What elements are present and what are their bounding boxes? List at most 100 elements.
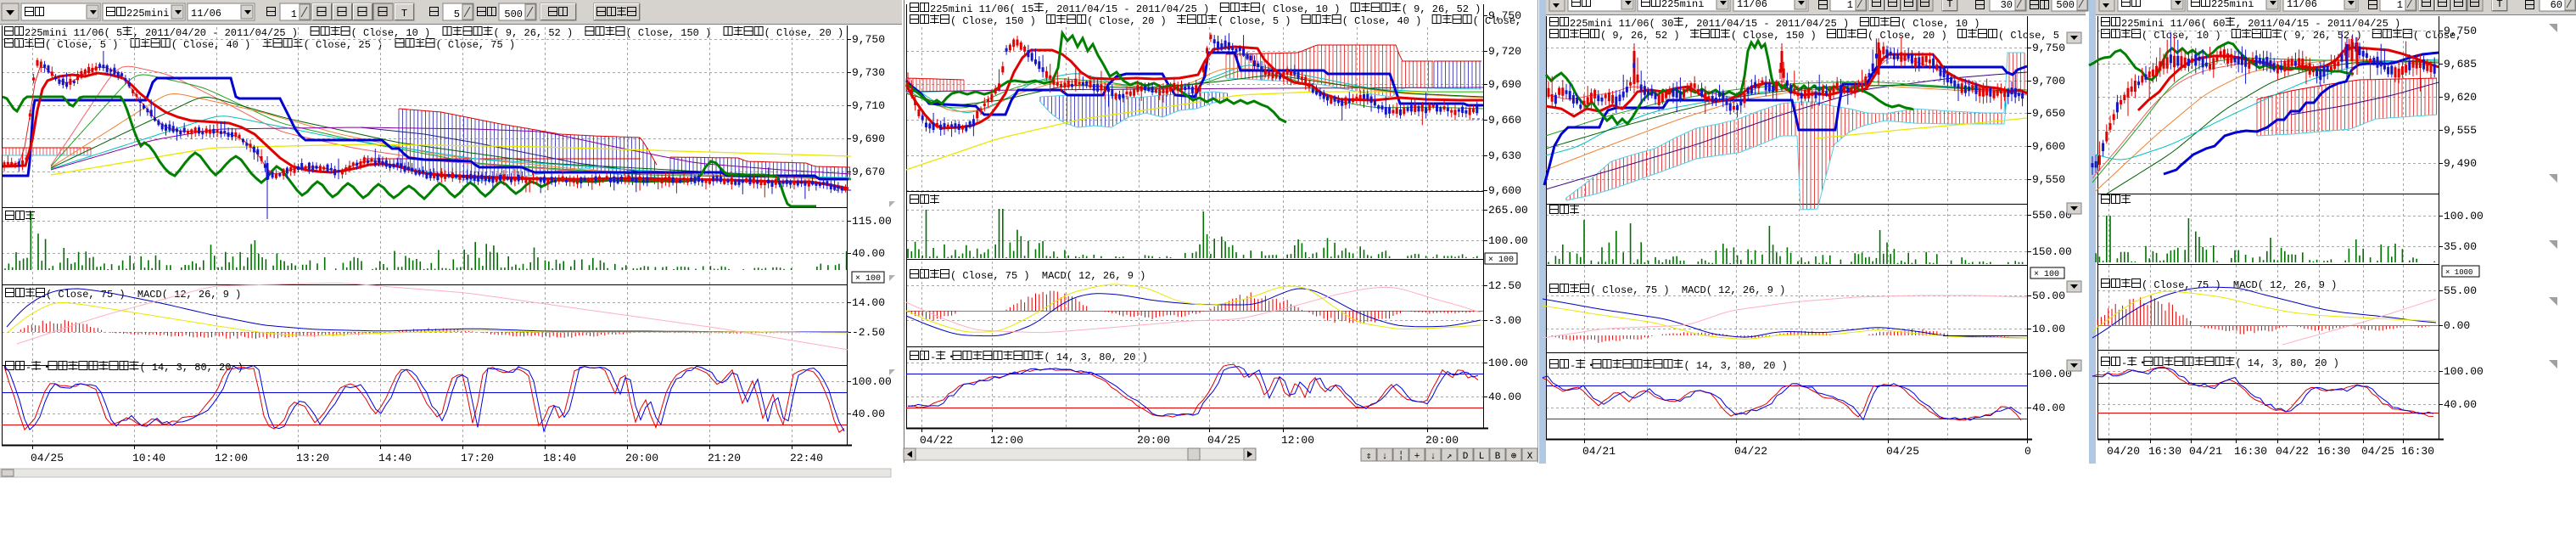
svg-text:225mini: 225mini <box>2211 0 2254 10</box>
svg-text:, 2011/04/15 - 2011/04/25 ): , 2011/04/15 - 2011/04/25 ) <box>1044 3 1209 15</box>
svg-text:( Close, 10 ): ( Close, 10 ) <box>351 27 431 39</box>
svg-text:, 2011/04/15 - 2011/04/25 ): , 2011/04/15 - 2011/04/25 ) <box>1684 18 1849 30</box>
svg-text:225mini 11/06( 15: 225mini 11/06( 15 <box>930 3 1033 15</box>
svg-text:X: X <box>1527 452 1533 462</box>
svg-text:04/20: 04/20 <box>2107 445 2140 458</box>
svg-text:╎: ╎ <box>1398 450 1404 462</box>
svg-text:100.00: 100.00 <box>852 375 892 388</box>
svg-text:60: 60 <box>2551 0 2562 11</box>
svg-text:MACD( 12, 26, 9 ): MACD( 12, 26, 9 ) <box>2233 279 2337 291</box>
svg-text:( 14, 3, 80, 20 ): ( 14, 3, 80, 20 ) <box>1044 352 1147 363</box>
svg-text:265.00: 265.00 <box>1488 204 1528 217</box>
svg-text:( Close, 150 ): ( Close, 150 ) <box>1731 30 1817 42</box>
svg-text:( 9, 26, 52 ): ( 9, 26, 52 ) <box>494 27 574 39</box>
svg-text:04/22: 04/22 <box>1734 445 1767 458</box>
svg-text:( Close, 20 ): ( Close, 20 ) <box>764 27 844 39</box>
svg-text:17:20: 17:20 <box>461 452 494 464</box>
svg-text:225mini: 225mini <box>1661 0 1704 10</box>
svg-text:40.00: 40.00 <box>2032 402 2065 414</box>
svg-text:( Close, 75 ): ( Close, 75 ) <box>950 270 1030 282</box>
svg-text:225mini: 225mini <box>126 8 169 20</box>
svg-text:+: + <box>1414 452 1420 462</box>
svg-text:( Close, 75 ): ( Close, 75 ) <box>1590 284 1670 296</box>
svg-text:100.00: 100.00 <box>1488 357 1528 369</box>
svg-text:⇕: ⇕ <box>1366 452 1372 462</box>
svg-text:↓: ↓ <box>1431 452 1436 462</box>
svg-text:( 9, 26, 52 ): ( 9, 26, 52 ) <box>1600 30 1680 42</box>
svg-text:( 14, 3, 80, 20 ): ( 14, 3, 80, 20 ) <box>1683 360 1787 372</box>
svg-text:10.00: 10.00 <box>2032 323 2065 335</box>
svg-text:100.00: 100.00 <box>2444 210 2484 222</box>
svg-text:・: ・ <box>946 352 956 363</box>
svg-text:1: 1 <box>291 8 297 20</box>
svg-text:9,700: 9,700 <box>2032 75 2065 87</box>
svg-text:100.00: 100.00 <box>2032 368 2072 380</box>
svg-text:( Close, 75 ): ( Close, 75 ) <box>436 39 516 51</box>
svg-text:55.00: 55.00 <box>2444 284 2477 297</box>
svg-text:20:00: 20:00 <box>1137 434 1170 447</box>
svg-text:20:00: 20:00 <box>625 452 658 464</box>
svg-text:9,730: 9,730 <box>852 66 885 79</box>
svg-text:9,750: 9,750 <box>2032 42 2065 54</box>
svg-text:16:30: 16:30 <box>2401 445 2434 458</box>
svg-text:・: ・ <box>2137 357 2148 369</box>
svg-text:↓: ↓ <box>1382 452 1388 462</box>
svg-text:5: 5 <box>454 8 460 20</box>
svg-text:04/25: 04/25 <box>1886 445 1919 458</box>
svg-text:-: - <box>2121 357 2127 369</box>
svg-text:04/21: 04/21 <box>2189 445 2222 458</box>
svg-text:04/25: 04/25 <box>1207 434 1240 447</box>
svg-text:( Close, 20 ): ( Close, 20 ) <box>1087 15 1167 27</box>
svg-text:( Close, 10 ): ( Close, 10 ) <box>2142 30 2221 42</box>
svg-text:( 14, 3, 80, 20 ): ( 14, 3, 80, 20 ) <box>2235 357 2338 369</box>
svg-text:40.00: 40.00 <box>852 247 885 260</box>
svg-text:( Close, 20 ): ( Close, 20 ) <box>1868 30 1947 42</box>
svg-text:× 100: × 100 <box>1488 256 1514 265</box>
svg-text:, 2011/04/20 - 2011/04/25 ): , 2011/04/20 - 2011/04/25 ) <box>133 27 298 39</box>
svg-text:1: 1 <box>1847 0 1853 11</box>
svg-text:9,490: 9,490 <box>2444 157 2477 170</box>
svg-text:・: ・ <box>1586 360 1596 372</box>
svg-text:16:30: 16:30 <box>2148 445 2181 458</box>
svg-text:× 100: × 100 <box>855 274 881 284</box>
svg-text:16:30: 16:30 <box>2234 445 2267 458</box>
svg-text:-: - <box>1570 360 1576 372</box>
svg-text:( Close, 40 ): ( Close, 40 ) <box>1342 15 1422 27</box>
svg-text:1: 1 <box>2397 0 2403 11</box>
svg-text:0: 0 <box>2024 445 2031 458</box>
svg-text:04/25: 04/25 <box>2361 445 2394 458</box>
svg-text:-2.50: -2.50 <box>852 326 885 339</box>
svg-text:T: T <box>2496 0 2502 10</box>
svg-text:( Close, 5: ( Close, 5 <box>1998 30 2059 42</box>
svg-text:( 14, 3, 80, 20 ): ( 14, 3, 80, 20 ) <box>139 362 243 374</box>
svg-text:10:40: 10:40 <box>132 452 165 464</box>
svg-text:9,650: 9,650 <box>2032 107 2065 120</box>
svg-text:MACD( 12, 26, 9 ): MACD( 12, 26, 9 ) <box>137 289 241 301</box>
svg-text:11/06: 11/06 <box>1737 0 1767 10</box>
svg-text:50.00: 50.00 <box>2032 290 2065 302</box>
svg-text:⊕: ⊕ <box>1511 452 1517 462</box>
svg-text:MACD( 12, 26, 9 ): MACD( 12, 26, 9 ) <box>1042 270 1145 282</box>
svg-text:9,750: 9,750 <box>2444 25 2477 37</box>
svg-text:40.00: 40.00 <box>2444 398 2477 411</box>
svg-text:9,690: 9,690 <box>1488 78 1521 91</box>
svg-text:12:00: 12:00 <box>215 452 248 464</box>
svg-text:9,620: 9,620 <box>2444 91 2477 104</box>
svg-text:-3.00: -3.00 <box>1488 314 1521 327</box>
svg-text:9,690: 9,690 <box>852 132 885 145</box>
svg-text:9,555: 9,555 <box>2444 124 2477 137</box>
svg-text:( Close, 150 ): ( Close, 150 ) <box>950 15 1036 27</box>
svg-text:( Close, 75 ): ( Close, 75 ) <box>2142 279 2221 291</box>
svg-text:225mini 11/06( 60: 225mini 11/06( 60 <box>2121 18 2225 30</box>
svg-text:14:40: 14:40 <box>378 452 412 464</box>
svg-text:( Close, 25 ): ( Close, 25 ) <box>304 39 384 51</box>
svg-text:04/21: 04/21 <box>1582 445 1616 458</box>
svg-text:L: L <box>1479 452 1485 462</box>
svg-text:13:20: 13:20 <box>296 452 329 464</box>
svg-text:500: 500 <box>504 8 523 20</box>
svg-text:MACD( 12, 26, 9 ): MACD( 12, 26, 9 ) <box>1682 284 1785 296</box>
svg-text:21:20: 21:20 <box>708 452 741 464</box>
svg-text:× 100: × 100 <box>2034 270 2059 279</box>
svg-text:-: - <box>930 352 936 363</box>
svg-text:18:40: 18:40 <box>543 452 576 464</box>
